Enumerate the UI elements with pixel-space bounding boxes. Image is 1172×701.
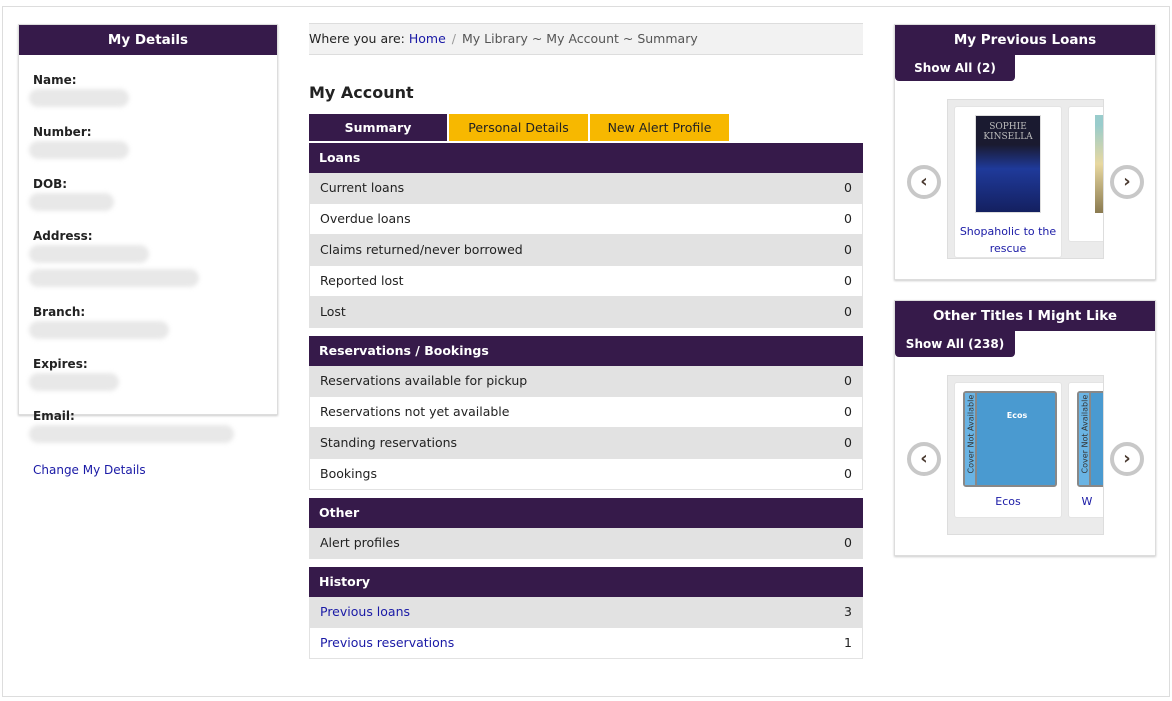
row-label: Reported lost	[320, 273, 404, 288]
change-my-details-link[interactable]: Change My Details	[33, 463, 146, 477]
previous-loans-next-arrow-icon[interactable]: ›	[1110, 165, 1144, 199]
summary-row: Bookings 0	[309, 459, 863, 490]
previous-loans-title: My Previous Loans	[895, 25, 1155, 55]
address-label: Address:	[33, 229, 93, 243]
cover-not-available-image[interactable]: Cover Not Available Ecos	[963, 391, 1057, 487]
row-count: 0	[844, 535, 852, 550]
row-count: 0	[844, 304, 852, 319]
account-tabs: Summary Personal Details New Alert Profi…	[309, 114, 863, 141]
row-count: 0	[844, 242, 852, 257]
email-label: Email:	[33, 409, 75, 423]
row-label: Lost	[320, 304, 346, 319]
my-details-title: My Details	[19, 25, 277, 55]
other-titles-show-all-button[interactable]: Show All (238)	[895, 331, 1015, 357]
dob-value-redacted	[29, 193, 114, 211]
breadcrumb: Where you are: Home / My Library ~ My Acco…	[309, 23, 863, 55]
book-cover-image[interactable]: SOPHIE KINSELLA	[975, 115, 1041, 213]
other-titles-title: Other Titles I Might Like	[895, 301, 1155, 331]
branch-label: Branch:	[33, 305, 86, 319]
email-value-redacted	[29, 425, 234, 443]
previous-loans-prev-arrow-icon[interactable]: ‹	[907, 165, 941, 199]
book-title-link[interactable]: Shopaholic to the rescue	[955, 223, 1061, 257]
row-label: Claims returned/never borrowed	[320, 242, 523, 257]
cover-title-text: Ecos	[1006, 411, 1028, 420]
carousel-item[interactable]: SOPHIE KINSELLA Shopaholic to the rescue	[954, 106, 1062, 258]
expires-value-redacted	[29, 373, 119, 391]
page-title: My Account	[309, 83, 414, 102]
row-label: Overdue loans	[320, 211, 411, 226]
section-other: Other Alert profiles 0	[309, 498, 863, 559]
cover-not-available-image[interactable]: Cover Not Available	[1077, 391, 1103, 487]
carousel-item[interactable]: Pr	[1065, 106, 1103, 242]
history-link[interactable]: Previous loans	[320, 597, 410, 627]
row-count: 0	[844, 180, 852, 195]
name-label: Name:	[33, 73, 77, 87]
section-reservations-bookings: Reservations / Bookings Reservations avai…	[309, 336, 863, 490]
summary-row: Claims returned/never borrowed 0	[309, 235, 863, 266]
section-header: Other	[309, 498, 863, 528]
section-history: History Previous loans 3 Previous reservati…	[309, 567, 863, 659]
row-count: 0	[844, 404, 852, 419]
summary-row: Current loans 0	[309, 173, 863, 204]
other-titles-panel: Other Titles I Might Like Show All (238)…	[894, 300, 1156, 556]
dob-label: DOB:	[33, 177, 68, 191]
summary-row: Lost 0	[309, 297, 863, 328]
my-details-panel: My Details Name: Number: DOB: Address: B…	[18, 24, 278, 477]
summary-row: Standing reservations 0	[309, 428, 863, 459]
book-title-link[interactable]: Pr	[1065, 223, 1103, 236]
history-link[interactable]: Previous reservations	[320, 628, 454, 658]
other-titles-next-arrow-icon[interactable]: ›	[1110, 442, 1144, 476]
previous-loans-panel: My Previous Loans Show All (2) ‹ SOPHIE …	[894, 24, 1156, 280]
branch-value-redacted	[29, 321, 169, 339]
carousel-item[interactable]: Cover Not Available W	[1068, 382, 1103, 518]
tab-personal-details[interactable]: Personal Details	[449, 114, 588, 141]
main-content: Where you are: Home / My Library ~ My Acco…	[309, 23, 863, 659]
number-label: Number:	[33, 125, 92, 139]
row-label: Bookings	[320, 466, 377, 481]
other-titles-prev-arrow-icon[interactable]: ‹	[907, 442, 941, 476]
address-line2-redacted	[29, 269, 199, 287]
summary-row: Reservations available for pickup 0	[309, 366, 863, 397]
breadcrumb-home-link[interactable]: Home	[409, 31, 446, 46]
breadcrumb-prefix: Where you are:	[309, 31, 405, 46]
row-label: Current loans	[320, 180, 405, 195]
row-count: 0	[844, 435, 852, 450]
summary-row[interactable]: Previous loans 3	[309, 597, 863, 628]
row-count: 1	[844, 635, 852, 650]
section-header: Loans	[309, 143, 863, 173]
summary-row[interactable]: Previous reservations 1	[309, 628, 863, 659]
row-count: 0	[844, 273, 852, 288]
previous-loans-carousel: SOPHIE KINSELLA Shopaholic to the rescue…	[947, 99, 1104, 259]
row-count: 0	[844, 373, 852, 388]
tab-new-alert-profile[interactable]: New Alert Profile	[590, 114, 729, 141]
address-line1-redacted	[29, 245, 149, 263]
name-value-redacted	[29, 89, 129, 107]
breadcrumb-current: My Library ~ My Account ~ Summary	[462, 31, 698, 46]
cover-na-text: Cover Not Available	[966, 394, 976, 474]
previous-loans-show-all-button[interactable]: Show All (2)	[895, 55, 1015, 81]
book-cover-image[interactable]	[1095, 115, 1103, 213]
row-label: Alert profiles	[320, 535, 400, 550]
book-title-link[interactable]: W	[999, 495, 1103, 508]
row-label: Reservations available for pickup	[320, 373, 528, 388]
row-count: 0	[844, 211, 852, 226]
section-header: History	[309, 567, 863, 597]
row-count: 3	[844, 604, 852, 619]
summary-row: Overdue loans 0	[309, 204, 863, 235]
summary-row: Alert profiles 0	[309, 528, 863, 559]
summary-row: Reported lost 0	[309, 266, 863, 297]
tab-summary[interactable]: Summary	[309, 114, 447, 141]
breadcrumb-separator: /	[451, 31, 456, 46]
expires-label: Expires:	[33, 357, 88, 371]
other-titles-carousel: Cover Not Available Ecos Ecos Cover Not …	[947, 375, 1104, 535]
row-label: Standing reservations	[320, 435, 458, 450]
cover-na-text: Cover Not Available	[1080, 394, 1090, 474]
summary-row: Reservations not yet available 0	[309, 397, 863, 428]
row-label: Reservations not yet available	[320, 404, 510, 419]
section-loans: Loans Current loans 0 Overdue loans 0 Claims …	[309, 143, 863, 328]
section-header: Reservations / Bookings	[309, 336, 863, 366]
row-count: 0	[844, 466, 852, 481]
number-value-redacted	[29, 141, 129, 159]
